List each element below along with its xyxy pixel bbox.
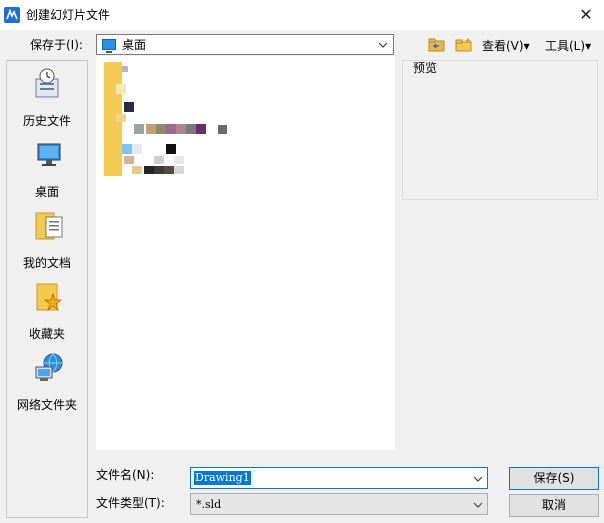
place-label: 历史文件 (22, 114, 71, 128)
new-folder-icon[interactable] (455, 38, 473, 52)
title-bar: 创建幻灯片文件 ✕ (0, 0, 604, 30)
place-documents[interactable]: 我的文档 (7, 205, 87, 275)
blurred-file-pixel (186, 124, 196, 134)
filetype-dropdown[interactable]: *.sld (190, 493, 488, 515)
history-icon (35, 68, 59, 98)
chevron-down-icon (473, 502, 483, 508)
close-button[interactable]: ✕ (572, 2, 600, 28)
blurred-file-pixel (144, 166, 154, 174)
desktop-small-icon (102, 39, 116, 53)
caret-down-icon: ▾ (585, 39, 592, 53)
caret-down-icon: ▾ (523, 39, 530, 53)
blurred-file-pixel (122, 66, 128, 72)
place-label: 收藏夹 (28, 327, 65, 341)
filename-label: 文件名(N): (96, 468, 155, 482)
view-menu[interactable]: 查看(V)▾ (482, 38, 530, 54)
place-desktop[interactable]: 桌面 (7, 134, 87, 204)
blurred-file-pixel (156, 124, 166, 134)
window-title: 创建幻灯片文件 (26, 8, 111, 22)
blurred-file-pixel (166, 144, 176, 154)
tools-menu-label: 工具(L) (545, 39, 586, 53)
filetype-label: 文件类型(T): (96, 496, 165, 510)
blurred-file-pixel (116, 84, 126, 94)
view-menu-label: 查看(V) (482, 39, 524, 53)
location-value: 桌面 (122, 38, 147, 52)
preview-label: 预览 (412, 61, 439, 75)
blurred-file-pixel (174, 156, 184, 164)
blurred-file-pixel (134, 124, 144, 134)
chevron-down-icon (378, 42, 388, 48)
desktop-icon (37, 143, 61, 166)
documents-icon (35, 212, 63, 240)
blurred-file-pixel (132, 166, 142, 174)
blurred-file-pixel (166, 124, 176, 134)
preview-panel (402, 60, 598, 200)
blurred-file-pixel (218, 125, 227, 134)
chevron-down-icon[interactable] (472, 472, 484, 486)
blurred-file-pixel (154, 166, 164, 174)
back-folder-icon[interactable] (428, 38, 446, 52)
tools-menu[interactable]: 工具(L)▾ (545, 38, 591, 54)
blurred-file-pixel (132, 144, 142, 154)
place-history[interactable]: 历史文件 (7, 63, 87, 133)
places-bar: 历史文件 桌面 我的文档 收藏夹 网络文件夹 (6, 60, 88, 518)
blurred-file-pixel (124, 102, 134, 112)
blurred-file-pixel (164, 166, 174, 174)
app-icon (4, 7, 20, 23)
blurred-file-pixel (124, 156, 134, 164)
filename-input[interactable]: Drawing1 (190, 467, 488, 489)
filename-value: Drawing1 (194, 471, 251, 485)
cancel-button[interactable]: 取消 (509, 494, 599, 517)
blurred-file-pixel (116, 114, 126, 122)
place-label: 网络文件夹 (16, 398, 77, 412)
file-list[interactable] (96, 56, 395, 450)
place-network[interactable]: 网络文件夹 (7, 347, 87, 417)
blurred-file-pixel (154, 156, 164, 164)
place-label: 我的文档 (22, 256, 71, 270)
save-in-label: 保存于(I): (30, 38, 83, 52)
place-favorites[interactable]: 收藏夹 (7, 276, 87, 346)
blurred-file-pixel (176, 124, 186, 134)
blurred-file-pixel (196, 124, 206, 134)
filetype-value: *.sld (196, 498, 222, 511)
blurred-file-pixel (174, 166, 184, 174)
network-icon (35, 353, 63, 381)
blurred-file-pixel (146, 124, 156, 134)
save-button[interactable]: 保存(S) (509, 467, 599, 490)
place-label: 桌面 (34, 185, 59, 199)
location-dropdown[interactable]: 桌面 (96, 34, 394, 55)
favorites-icon (36, 283, 63, 312)
blurred-file-pixel (122, 144, 132, 154)
